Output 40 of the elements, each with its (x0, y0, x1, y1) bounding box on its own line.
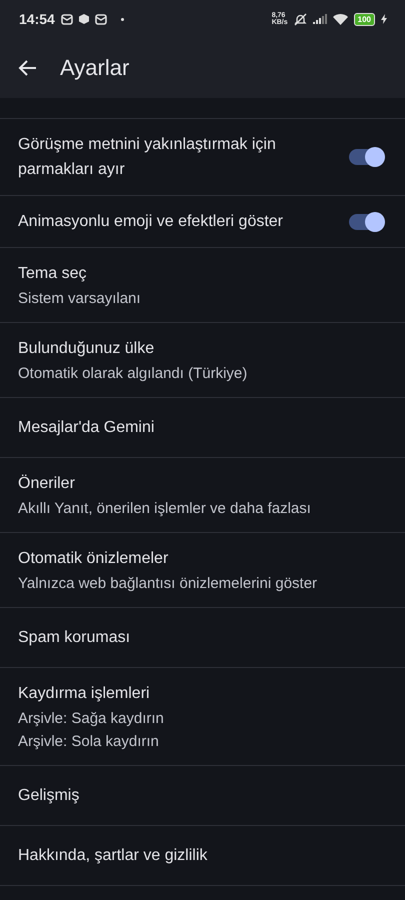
setting-summary: Arşivle: Sağa kaydırın (18, 709, 164, 729)
wifi-icon (332, 14, 348, 24)
setting-title: Mesajlar'da Gemini (18, 418, 154, 438)
setting-title: Gelişmiş (18, 786, 80, 806)
signal-icon (312, 14, 327, 24)
setting-title: Öneriler (18, 474, 76, 494)
battery-level: 100 (354, 12, 375, 26)
setting-title: Hakkında, şartlar ve gizlilik (18, 846, 208, 866)
setting-title: Kaydırma işlemleri (18, 684, 151, 704)
dot-icon (120, 18, 124, 20)
setting-title: Görüşme metnini yakınlaştırmak için parmakları ayır (18, 135, 277, 180)
settings-row[interactable]: Gelişmiş (0, 766, 405, 826)
settings-row[interactable]: Spam koruması (0, 608, 405, 668)
cube-icon (78, 14, 89, 24)
page-title: Ayarlar (60, 55, 130, 81)
toggle-switch[interactable] (349, 214, 383, 230)
setting-title: Tema seç (18, 264, 88, 284)
mail-icon (60, 14, 73, 24)
setting-summary: Arşivle: Sola kaydırın (18, 732, 160, 752)
settings-row[interactable]: Tema seç Sistem varsayılanı (0, 248, 405, 323)
setting-title: Spam koruması (18, 628, 130, 648)
settings-row[interactable]: Öneriler Akıllı Yanıt, önerilen işlemler ve daha fazlası (0, 458, 405, 533)
settings-row[interactable]: Mesajlar'da Gemini (0, 398, 405, 458)
back-button[interactable] (18, 58, 38, 78)
setting-title: Bulunduğunuz ülke (18, 339, 156, 359)
setting-title: Otomatik önizlemeler (18, 549, 170, 569)
status-time: 14:54 (19, 11, 55, 27)
settings-row[interactable]: Otomatik önizlemeler Yalnızca web bağlantısı önizlemelerini göster (0, 533, 405, 608)
setting-summary: Akıllı Yanıt, önerilen işlemler ve daha fazlası (18, 499, 311, 519)
settings-row[interactable]: Bulunduğunuz ülke Otomatik olarak algılandı (Türkiye) (0, 323, 405, 398)
settings-row[interactable]: Kaydırma işlemleri Arşivle: Sağa kaydırın Arşivle: Sola kaydırın (0, 668, 405, 766)
setting-summary: Yalnızca web bağlantısı önizlemelerini göster (18, 574, 318, 594)
setting-summary: Otomatik olarak algılandı (Türkiye) (18, 364, 248, 384)
bell-muted-icon (294, 12, 307, 26)
mail-icon (94, 14, 107, 24)
setting-title: Animasyonlu emoji ve efektleri göster (18, 212, 284, 232)
charging-icon (381, 14, 387, 24)
settings-row[interactable]: Hakkında, şartlar ve gizlilik (0, 826, 405, 886)
toggle-switch[interactable] (349, 149, 383, 165)
setting-summary: Sistem varsayılanı (18, 289, 141, 309)
